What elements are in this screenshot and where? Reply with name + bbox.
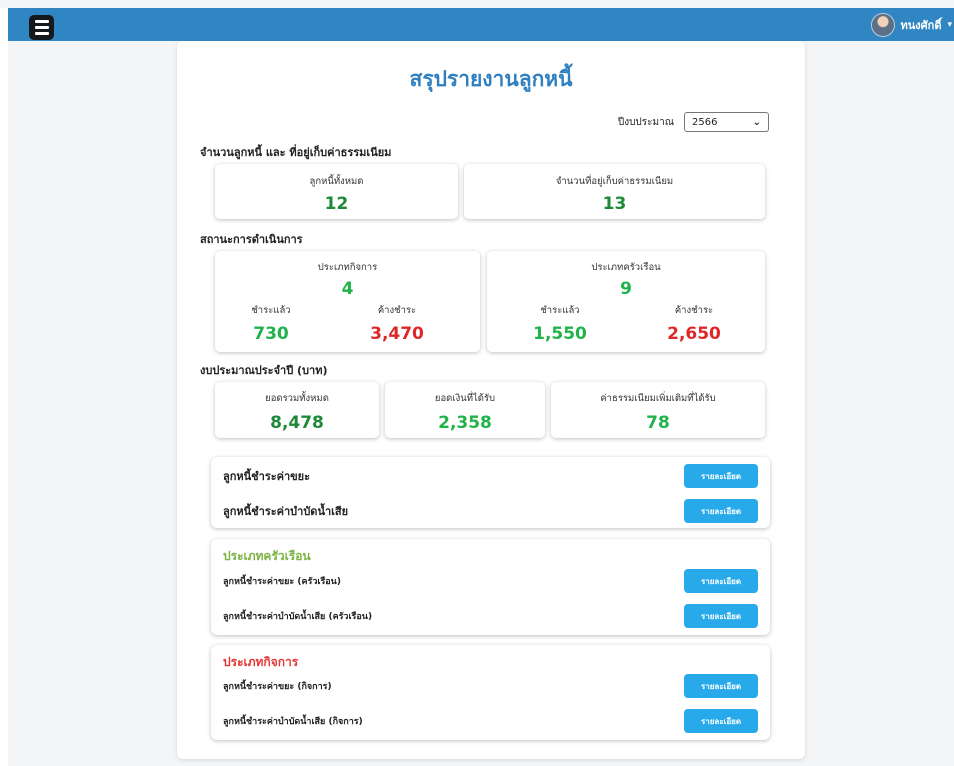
total-debtors-label: ลูกหนี้ทั้งหมด [309,176,364,187]
detail-button[interactable]: รายละเอียด [684,674,758,698]
household-due-label: ค้างชำระ [674,305,714,316]
address-count-label: จำนวนที่อยู่เก็บค่าธรรมเนียม [555,176,674,187]
chevron-down-icon: ▾ [947,20,952,30]
budget-extra-card: ค่าธรรมเนียมเพิ่มเติมที่ได้รับ 78 [551,382,765,438]
list-item: ลูกหนี้ชำระค่าบำบัดน้ำเสีย รายละเอียด [223,499,758,523]
avatar [870,13,895,37]
business-status-card: ประเภทกิจการ 4 ชำระแล้ว 730 ค้างชำระ 3,4… [215,251,480,352]
detail-button[interactable]: รายละเอียด [684,709,758,733]
list-item: ลูกหนี้ชำระค่าขยะ รายละเอียด [223,464,758,488]
detail-button[interactable]: รายละเอียด [684,569,758,593]
household-paid-label: ชำระแล้ว [540,305,580,316]
user-menu[interactable]: ทนงศักดิ์ ▾ [870,13,954,37]
business-debtor-list: ประเภทกิจการ ลูกหนี้ชำระค่าขยะ (กิจการ) … [211,645,770,740]
general-debtor-list: ลูกหนี้ชำระค่าขยะ รายละเอียด ลูกหนี้ชำระ… [211,457,770,528]
business-paid-label: ชำระแล้ว [251,305,291,316]
household-status-card: ประเภทครัวเรือน 9 ชำระแล้ว 1,550 ค้างชำร… [487,251,765,352]
status-section-title: สถานะการดำเนินการ [200,233,303,246]
business-due-label: ค้างชำระ [377,305,417,316]
budget-extra-value: 78 [646,413,670,433]
list-item-label: ลูกหนี้ชำระค่าขยะ [223,470,311,483]
page-title: สรุปรายงานลูกหนี้ [409,67,573,91]
year-select[interactable]: 2566 ⌄ [684,112,769,132]
business-paid-block: ชำระแล้ว 730 [221,303,321,344]
business-status-value: 4 [341,279,354,299]
household-status-value: 9 [620,279,632,299]
household-debtor-list: ประเภทครัวเรือน ลูกหนี้ชำระค่าขยะ (ครัวเ… [211,539,770,635]
year-filter: ปีงบประมาณ 2566 ⌄ [618,112,769,132]
address-count-value: 13 [602,194,627,214]
household-status-label: ประเภทครัวเรือน [591,262,661,273]
list-item-label: ลูกหนี้ชำระค่าขยะ (กิจการ) [223,682,332,692]
report-card: สรุปรายงานลูกหนี้ ปีงบประมาณ 2566 ⌄ จำนว… [177,41,805,759]
user-name: ทนงศักดิ์ [900,19,942,32]
list-item: ลูกหนี้ชำระค่าขยะ (ครัวเรือน) รายละเอียด [223,569,758,593]
budget-received-value: 2,358 [438,413,492,433]
year-select-value: 2566 [692,116,718,128]
business-paid-value: 730 [253,324,289,344]
budget-received-card: ยอดเงินที่ได้รับ 2,358 [385,382,545,438]
total-debtors-card: ลูกหนี้ทั้งหมด 12 [215,164,458,219]
year-filter-label: ปีงบประมาณ [617,116,674,128]
sidebar-strip [0,8,8,766]
household-due-block: ค้างชำระ 2,650 [644,303,744,344]
list-item: ลูกหนี้ชำระค่าบำบัดน้ำเสีย (ครัวเรือน) ร… [223,604,758,628]
household-due-value: 2,650 [667,324,721,344]
budget-total-value: 8,478 [270,413,324,433]
list-item-label: ลูกหนี้ชำระค่าบำบัดน้ำเสีย [223,505,349,518]
top-navbar: ทนงศักดิ์ ▾ [8,8,954,41]
business-list-title: ประเภทกิจการ [223,655,299,669]
total-debtors-value: 12 [324,194,349,214]
address-count-card: จำนวนที่อยู่เก็บค่าธรรมเนียม 13 [464,164,765,219]
list-item-label: ลูกหนี้ชำระค่าขยะ (ครัวเรือน) [223,577,341,587]
list-item-label: ลูกหนี้ชำระค่าบำบัดน้ำเสีย (กิจการ) [223,717,363,727]
budget-received-label: ยอดเงินที่ได้รับ [434,393,496,404]
detail-button[interactable]: รายละเอียด [684,464,758,488]
business-status-label: ประเภทกิจการ [317,262,378,273]
budget-section-title: งบประมาณประจำปี (บาท) [200,364,328,377]
household-list-title: ประเภทครัวเรือน [223,549,311,563]
chevron-down-icon: ⌄ [752,116,761,128]
budget-total-card: ยอดรวมทั้งหมด 8,478 [215,382,379,438]
budget-total-label: ยอดรวมทั้งหมด [265,393,329,404]
debtors-section-title: จำนวนลูกหนี้ และ ที่อยู่เก็บค่าธรรมเนียม [200,146,392,159]
list-item: ลูกหนี้ชำระค่าขยะ (กิจการ) รายละเอียด [223,674,758,698]
detail-button[interactable]: รายละเอียด [684,499,758,523]
household-paid-block: ชำระแล้ว 1,550 [510,303,610,344]
list-item-label: ลูกหนี้ชำระค่าบำบัดน้ำเสีย (ครัวเรือน) [223,612,373,622]
business-due-value: 3,470 [370,324,424,344]
business-due-block: ค้างชำระ 3,470 [347,303,447,344]
hamburger-icon[interactable] [29,15,54,40]
list-item: ลูกหนี้ชำระค่าบำบัดน้ำเสีย (กิจการ) รายล… [223,709,758,733]
household-paid-value: 1,550 [533,324,587,344]
detail-button[interactable]: รายละเอียด [684,604,758,628]
budget-extra-label: ค่าธรรมเนียมเพิ่มเติมที่ได้รับ [600,393,716,404]
